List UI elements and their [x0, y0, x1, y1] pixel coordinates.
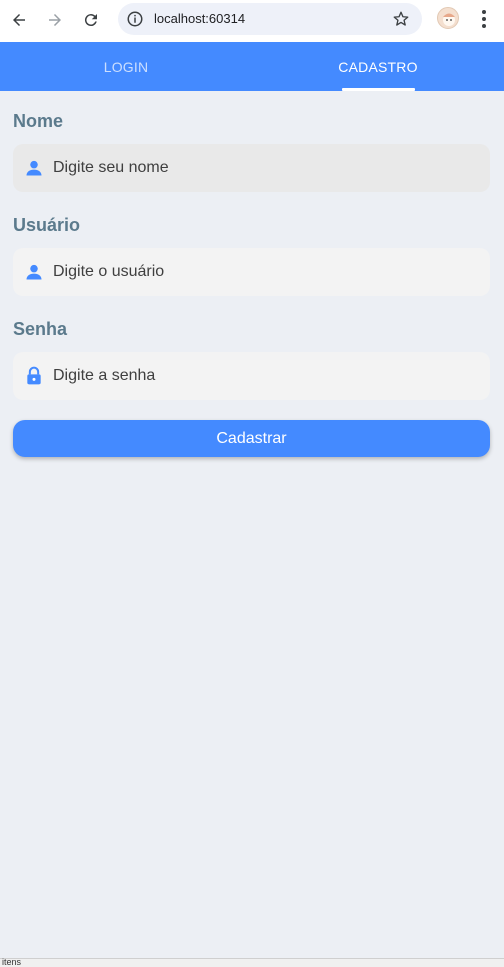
info-icon[interactable]: [126, 10, 144, 28]
lock-icon: [27, 366, 41, 385]
tab-cadastro[interactable]: CADASTRO: [252, 42, 504, 91]
password-label: Senha: [13, 319, 68, 339]
url-text[interactable]: localhost:60314: [154, 11, 245, 26]
password-field[interactable]: [13, 352, 490, 400]
person-icon: [26, 264, 42, 280]
bookmark-star-icon[interactable]: [392, 10, 410, 28]
tab-login[interactable]: LOGIN: [0, 42, 252, 91]
back-button[interactable]: [6, 7, 32, 33]
reload-icon: [84, 14, 97, 27]
username-input[interactable]: [53, 248, 473, 296]
tab-bar: LOGIN CADASTRO: [0, 42, 504, 91]
register-button[interactable]: Cadastrar: [13, 420, 490, 457]
username-field[interactable]: [13, 248, 490, 296]
status-text: itens: [2, 958, 22, 967]
status-bar: itens: [0, 958, 504, 967]
password-input[interactable]: [53, 352, 473, 400]
name-input[interactable]: [53, 144, 473, 192]
username-label: Usuário: [13, 215, 81, 235]
profile-avatar[interactable]: [437, 7, 459, 29]
name-label: Nome: [13, 111, 64, 131]
person-icon: [26, 160, 42, 176]
address-bar[interactable]: localhost:60314: [118, 3, 422, 35]
browser-toolbar: localhost:60314: [0, 0, 504, 42]
forward-button[interactable]: [42, 7, 68, 33]
name-field[interactable]: [13, 144, 490, 192]
reload-button[interactable]: [78, 7, 104, 33]
back-arrow-icon: [13, 14, 25, 26]
forward-arrow-icon: [49, 14, 61, 26]
kebab-menu-icon[interactable]: [474, 8, 494, 30]
active-tab-indicator: [342, 88, 415, 91]
profile-icon: [443, 13, 455, 26]
